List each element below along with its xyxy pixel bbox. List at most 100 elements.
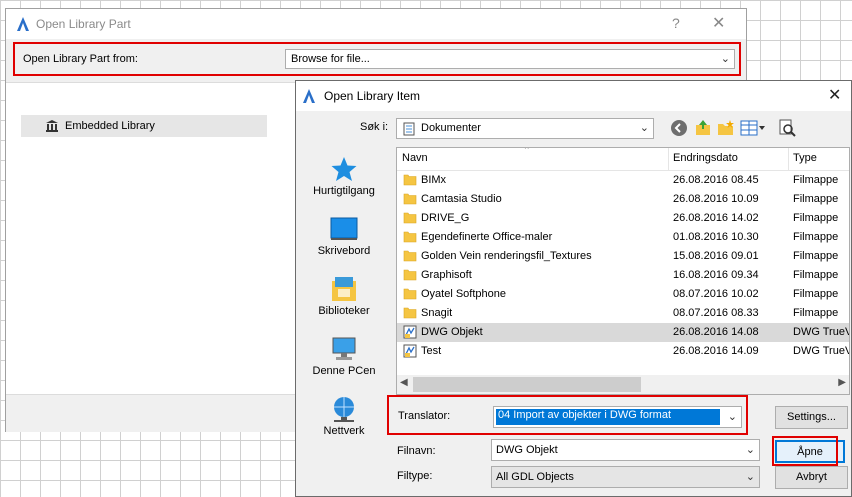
chevron-down-icon: ⌄	[745, 471, 755, 483]
file-date: 15.08.2016 09.01	[673, 250, 759, 262]
back-arrow-icon[interactable]	[670, 119, 690, 139]
folder-icon	[403, 268, 417, 284]
file-type: Filmappe	[793, 174, 839, 186]
file-row[interactable]: Oyatel Softphone 08.07.2016 10.02 Filmappe	[397, 285, 849, 304]
scrollbar-thumb[interactable]	[413, 377, 641, 392]
file-type: Filmappe	[793, 288, 839, 300]
chevron-down-icon: ⌄	[720, 53, 730, 65]
file-date: 16.08.2016 09.34	[673, 269, 759, 281]
look-in-label: Søk i:	[360, 121, 389, 133]
filetype-label: Filtype:	[397, 470, 433, 482]
file-date: 01.08.2016 10.30	[673, 231, 759, 243]
settings-button[interactable]: Settings...	[775, 406, 848, 429]
column-header-type[interactable]: Type	[793, 152, 817, 164]
library-item-label: Embedded Library	[65, 120, 155, 132]
file-row[interactable]: Graphisoft 16.08.2016 09.34 Filmappe	[397, 266, 849, 285]
open-from-value: Browse for file...	[291, 53, 370, 65]
place-libraries[interactable]: Biblioteker	[296, 275, 392, 335]
place-desktop[interactable]: Skrivebord	[296, 215, 392, 275]
file-row[interactable]: BIMx 26.08.2016 08.45 Filmappe	[397, 171, 849, 190]
place-network[interactable]: Nettverk	[296, 395, 392, 455]
file-name: Test	[421, 345, 442, 357]
file-date: 26.08.2016 14.09	[673, 345, 759, 357]
horizontal-scrollbar[interactable]: ◀ ▶	[397, 375, 849, 394]
file-row[interactable]: Egendefinerte Office-maler 01.08.2016 10.…	[397, 228, 849, 247]
look-in-dropdown[interactable]: Dokumenter ⌄	[396, 118, 654, 139]
file-name: Camtasia Studio	[421, 193, 502, 205]
scroll-left-icon[interactable]: ◀	[400, 377, 408, 388]
folder-icon	[403, 249, 417, 265]
filename-value: DWG Objekt	[496, 444, 558, 456]
place-quick-access[interactable]: Hurtigtilgang	[296, 155, 392, 215]
place-label: Hurtigtilgang	[313, 185, 375, 197]
place-this-pc[interactable]: Denne PCen	[296, 335, 392, 395]
library-item-embedded[interactable]: Embedded Library	[21, 115, 267, 137]
translator-label: Translator:	[398, 410, 451, 422]
file-row[interactable]: Test 26.08.2016 14.09 DWG TrueV	[397, 342, 849, 361]
file-row[interactable]: Snagit 08.07.2016 08.33 Filmappe	[397, 304, 849, 323]
scroll-right-icon[interactable]: ▶	[838, 377, 846, 388]
cancel-button[interactable]: Avbryt	[775, 466, 848, 489]
archicad-logo-icon	[16, 16, 30, 35]
filetype-dropdown[interactable]: All GDL Objects ⌄	[491, 466, 760, 488]
translator-row: Translator: 04 Import av objekter i DWG …	[387, 395, 748, 435]
file-type: Filmappe	[793, 231, 839, 243]
sort-arrow-icon: ⌃	[523, 147, 531, 155]
help-icon[interactable]: ?	[672, 15, 680, 31]
file-row[interactable]: Golden Vein renderingsfil_Textures 15.08.…	[397, 247, 849, 266]
chevron-down-icon: ⌄	[727, 411, 737, 423]
file-name: BIMx	[421, 174, 447, 186]
folder-icon	[403, 192, 417, 208]
desktop-icon	[330, 215, 358, 246]
file-type: DWG TrueV	[793, 326, 850, 338]
open-button-highlight	[772, 436, 838, 466]
place-label: Denne PCen	[312, 365, 376, 377]
file-type: Filmappe	[793, 212, 839, 224]
file-row[interactable]: Camtasia Studio 26.08.2016 10.09 Filmappe	[397, 190, 849, 209]
file-type: DWG TrueV	[793, 345, 850, 357]
folder-icon	[403, 287, 417, 303]
back-close-icon[interactable]: ✕	[712, 13, 725, 33]
archicad-logo-icon	[302, 88, 316, 107]
dialog-title-bar: Open Library Item ✕	[296, 81, 851, 111]
file-name: DWG Objekt	[421, 326, 483, 338]
computer-icon	[330, 335, 358, 366]
translator-dropdown[interactable]: 04 Import av objekter i DWG format ⌄	[493, 406, 742, 428]
file-date: 26.08.2016 08.45	[673, 174, 759, 186]
file-type: Filmappe	[793, 307, 839, 319]
column-divider[interactable]	[668, 148, 669, 170]
file-name: Golden Vein renderingsfil_Textures	[421, 250, 592, 262]
file-date: 26.08.2016 10.09	[673, 193, 759, 205]
column-header-name[interactable]: Navn	[402, 152, 428, 164]
places-bar: Hurtigtilgang Skrivebord Biblioteker Den…	[296, 147, 392, 447]
file-row[interactable]: DWG Objekt 26.08.2016 14.08 DWG TrueV	[397, 323, 849, 342]
file-row[interactable]: DRIVE_G 26.08.2016 14.02 Filmappe	[397, 209, 849, 228]
documents-icon	[402, 122, 416, 139]
chevron-down-icon[interactable]: ⌄	[746, 443, 755, 456]
dwg-file-icon	[403, 344, 417, 361]
file-type: Filmappe	[793, 250, 839, 262]
chevron-down-icon: ⌄	[639, 122, 649, 134]
view-menu-icon[interactable]	[740, 119, 768, 139]
file-type: Filmappe	[793, 193, 839, 205]
filename-input[interactable]: DWG Objekt ⌄	[491, 439, 760, 461]
filename-label: Filnavn:	[397, 445, 436, 457]
column-header-date[interactable]: Endringsdato	[673, 152, 738, 164]
open-from-label: Open Library Part from:	[23, 53, 138, 65]
up-folder-icon[interactable]	[694, 119, 714, 139]
folder-icon	[403, 306, 417, 322]
dialog-close-icon[interactable]: ✕	[828, 85, 841, 105]
library-list-panel: Embedded Library	[21, 115, 267, 391]
column-divider[interactable]	[788, 148, 789, 170]
place-label: Skrivebord	[317, 245, 371, 257]
folder-icon	[403, 230, 417, 246]
file-name: Snagit	[421, 307, 453, 319]
new-folder-icon[interactable]	[717, 119, 737, 139]
star-icon	[330, 155, 358, 186]
preview-icon[interactable]	[778, 119, 798, 139]
file-list[interactable]: ⌃ Navn Endringsdato Type BIMx 26.08.2016 …	[396, 147, 850, 395]
open-from-dropdown[interactable]: Browse for file... ⌄	[285, 49, 735, 69]
library-building-icon	[45, 119, 59, 135]
dialog-title: Open Library Item	[324, 89, 421, 103]
look-in-value: Dokumenter	[421, 122, 481, 134]
